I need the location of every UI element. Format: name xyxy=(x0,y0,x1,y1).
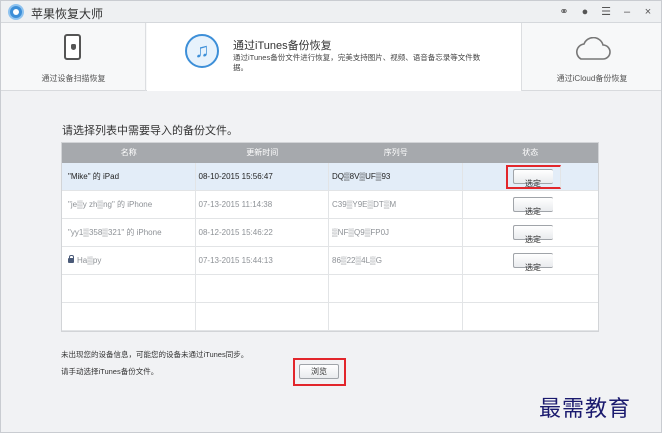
backup-name-cell: Ha▒py xyxy=(62,247,196,274)
backup-serial: ▒NF▒Q9▒FP0J xyxy=(329,219,463,246)
app-title: 苹果恢复大师 xyxy=(31,7,104,21)
backup-time: 07-13-2015 15:44:13 xyxy=(196,247,330,274)
instruction-text: 请选择列表中需要导入的备份文件。 xyxy=(62,125,238,137)
mode-icloud-label: 通过iCloud备份恢复 xyxy=(556,74,628,83)
mode-itunes-title: 通过iTunes备份恢复 xyxy=(233,40,332,52)
mode-device-scan-label: 通过设备扫描恢复 xyxy=(41,74,106,83)
mode-icloud-backup[interactable]: 通过iCloud备份恢复 xyxy=(521,23,661,91)
watermark: 最需教育 xyxy=(539,397,632,422)
backup-status: 选定 xyxy=(463,247,598,274)
select-button[interactable]: 选定 xyxy=(512,169,553,188)
app-logo-icon xyxy=(8,4,24,20)
window-controls: ⚭ ● ☰ – × xyxy=(557,4,655,20)
select-button[interactable]: 选定 xyxy=(512,253,553,272)
mode-itunes-backup[interactable]: ♫ 通过iTunes备份恢复 通过iTunes备份文件进行恢复，完美支持图片、视… xyxy=(147,23,521,91)
column-serial: 序列号 xyxy=(383,148,408,157)
manual-select-notice: 请手动选择iTunes备份文件。 xyxy=(61,367,159,376)
column-name: 名称 xyxy=(120,148,137,157)
table-header: 名称 更新时间 序列号 状态 xyxy=(62,143,598,163)
backup-time: 07-13-2015 11:14:38 xyxy=(196,191,330,218)
empty-row xyxy=(62,275,598,303)
table-row[interactable]: Ha▒py 07-13-2015 15:44:13 86▒22▒4L▒G 选定 xyxy=(62,247,598,275)
backup-name: "je▒y zh▒ng" 的 iPhone xyxy=(62,191,196,218)
backup-time: 08-10-2015 15:56:47 xyxy=(196,163,330,190)
backup-time: 08-12-2015 15:46:22 xyxy=(196,219,330,246)
backup-name: "Mike" 的 iPad xyxy=(62,163,196,190)
menu-icon[interactable]: ☰ xyxy=(599,4,613,20)
close-icon[interactable]: × xyxy=(641,4,655,20)
lock-icon xyxy=(68,255,74,263)
backup-serial: 86▒22▒4L▒G xyxy=(329,247,463,274)
backup-serial: DQ▒8V▒UF▒93 xyxy=(329,163,463,190)
backup-table: 名称 更新时间 序列号 状态 "Mike" 的 iPad 08-10-2015 … xyxy=(61,142,599,332)
backup-status: 选定 xyxy=(463,191,598,218)
phone-icon xyxy=(64,34,81,60)
select-button[interactable]: 选定 xyxy=(512,197,553,216)
backup-status: 选定 xyxy=(463,163,598,190)
browse-button[interactable]: 浏览 xyxy=(299,364,339,379)
weibo-icon[interactable]: ⚭ xyxy=(557,4,571,20)
backup-name: Ha▒py xyxy=(77,256,102,265)
mode-itunes-description: 通过iTunes备份文件进行恢复，完美支持图片、视频、语音备忘录等文件数据。 xyxy=(233,53,481,72)
cloud-icon xyxy=(576,37,611,60)
backup-serial: C39▒Y9E▒DT▒M xyxy=(329,191,463,218)
mode-selector: 通过设备扫描恢复 ♫ 通过iTunes备份恢复 通过iTunes备份文件进行恢复… xyxy=(1,23,661,91)
column-status: 状态 xyxy=(522,148,539,157)
minimize-icon[interactable]: – xyxy=(620,4,634,20)
music-note-icon: ♫ xyxy=(185,34,219,68)
table-row[interactable]: "je▒y zh▒ng" 的 iPhone 07-13-2015 11:14:3… xyxy=(62,191,598,219)
chat-icon[interactable]: ● xyxy=(578,4,592,20)
table-row[interactable]: "Mike" 的 iPad 08-10-2015 15:56:47 DQ▒8V▒… xyxy=(62,163,598,191)
mode-device-scan[interactable]: 通过设备扫描恢复 xyxy=(1,23,146,91)
empty-row xyxy=(62,303,598,331)
device-not-found-notice: 未出现您的设备信息，可能您的设备未通过iTunes同步。 xyxy=(61,350,249,359)
column-time: 更新时间 xyxy=(246,148,279,157)
title-bar: 苹果恢复大师 ⚭ ● ☰ – × xyxy=(1,1,661,23)
backup-name: "yy1▒358▒321" 的 iPhone xyxy=(62,219,196,246)
backup-status: 选定 xyxy=(463,219,598,246)
select-button[interactable]: 选定 xyxy=(512,225,553,244)
app-window: 苹果恢复大师 ⚭ ● ☰ – × 通过设备扫描恢复 ♫ 通过iTunes备份恢复… xyxy=(0,0,662,433)
table-row[interactable]: "yy1▒358▒321" 的 iPhone 08-12-2015 15:46:… xyxy=(62,219,598,247)
